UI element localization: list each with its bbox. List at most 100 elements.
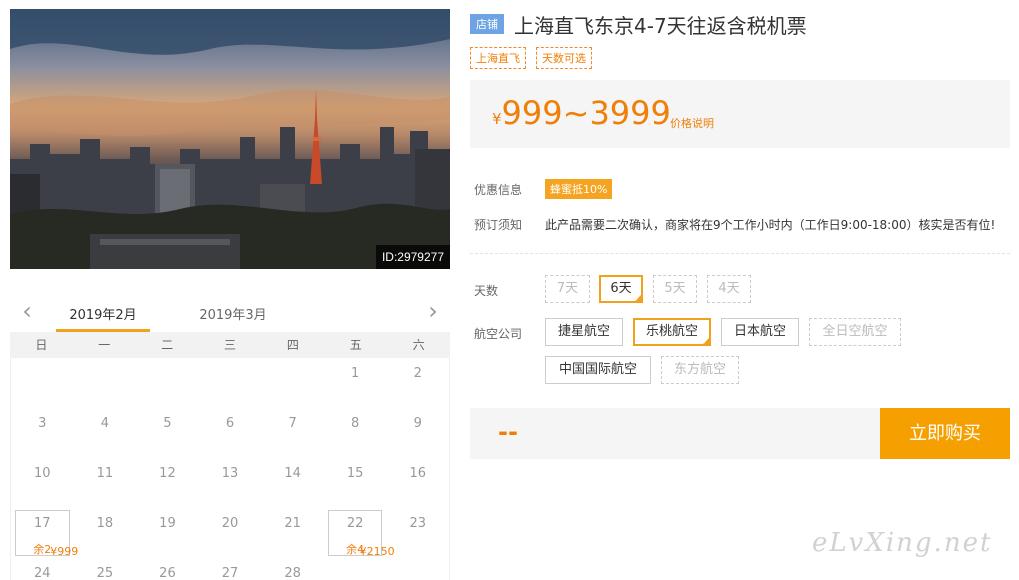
airline-option-air-china[interactable]: 中国国际航空: [545, 356, 651, 384]
day-number: 5: [163, 416, 172, 431]
next-month-chevron-icon[interactable]: ›: [422, 299, 444, 323]
day-number: 17: [34, 516, 51, 531]
calendar-day: 4: [74, 408, 137, 458]
day-option-label: 5天: [664, 281, 686, 296]
calendar-day: 28: [261, 558, 324, 580]
product-tags: 上海直飞 天数可选: [470, 47, 602, 69]
day-stock: 余4: [346, 543, 365, 556]
shop-badge[interactable]: 店铺: [470, 14, 504, 34]
check-icon: ✓: [702, 337, 709, 346]
airline-label: 航空公司: [474, 327, 523, 341]
airline-option-label: 中国国际航空: [558, 362, 637, 377]
calendar-day: 8: [324, 408, 387, 458]
weekday-tue: 二: [161, 338, 174, 352]
airline-option-jetstar[interactable]: 捷星航空: [545, 318, 623, 346]
day-option-4[interactable]: 4天: [707, 275, 751, 303]
currency-symbol: ¥: [492, 110, 502, 128]
day-number: 21: [284, 516, 301, 531]
tab-month-mar[interactable]: 2019年3月: [186, 304, 280, 332]
day-number: 26: [159, 566, 176, 580]
weekday-sun: 日: [35, 338, 48, 352]
airline-option-jal[interactable]: 日本航空: [721, 318, 799, 346]
calendar-day: 7: [261, 408, 324, 458]
day-number: 28: [284, 566, 301, 580]
calendar-day: 9: [386, 408, 449, 458]
calendar-week-row: 3 4 5 6 7 8 9: [11, 408, 449, 458]
buy-bar: -- 立即购买: [470, 408, 1010, 459]
calendar-day[interactable]: 22 ¥2150 余4: [324, 508, 395, 558]
day-number: 18: [96, 516, 114, 531]
day-option-5[interactable]: 5天: [653, 275, 697, 303]
price-value: 999~3999: [501, 94, 671, 132]
calendar-day: 20: [199, 508, 262, 558]
weekday-thu: 四: [286, 338, 299, 352]
product-photo: ID:2979277: [10, 9, 450, 269]
airline-option-ana[interactable]: 全日空航空: [809, 318, 901, 346]
price-box: ¥999~3999 价格说明: [470, 80, 1010, 148]
tokyo-skyline-image: [10, 9, 450, 269]
divider: [470, 253, 1010, 254]
day-option-label: 7天: [556, 281, 579, 296]
day-number: 1: [351, 366, 360, 381]
image-id-label: ID:2979277: [375, 245, 450, 269]
discount-label: 优惠信息: [474, 183, 523, 197]
airline-option-label: 全日空航空: [822, 324, 888, 339]
day-number: 24: [34, 566, 51, 580]
price-note-link[interactable]: 价格说明: [670, 115, 714, 131]
calendar-grid: 日 一 二 三 四 五 六 1 2 3 4 5 6 7 8 9 10 11 12 13 14 15 16 17 ¥…: [10, 332, 450, 580]
weekday-fri: 五: [349, 338, 362, 352]
day-number: 8: [351, 416, 360, 431]
calendar-day: 24: [11, 558, 74, 580]
day-number: 16: [409, 466, 427, 481]
calendar-day: 3: [11, 408, 74, 458]
airline-option-label: 东方航空: [673, 362, 726, 377]
airline-option-peach[interactable]: 乐桃航空 ✓: [633, 318, 711, 346]
booking-notice: 此产品需要二次确认，商家将在9个工作小时内（工作日9:00-18:00）核实是否…: [545, 218, 996, 232]
day-option-label: 6天: [610, 281, 632, 296]
calendar-day: 16: [386, 458, 449, 508]
calendar-days: 1 2 3 4 5 6 7 8 9 10 11 12 13 14 15 16 17 ¥999 余2 18 19 20 21 2…: [10, 358, 450, 580]
calendar-day: 13: [199, 458, 262, 508]
calendar-day: 26: [136, 558, 199, 580]
days-label: 天数: [474, 284, 499, 298]
airline-option-china-eastern[interactable]: 东方航空: [661, 356, 739, 384]
buy-now-button[interactable]: 立即购买: [880, 408, 1010, 459]
calendar-day: 19: [136, 508, 199, 558]
tab-month-feb[interactable]: 2019年2月: [56, 304, 150, 332]
tag-direct-flight: 上海直飞: [470, 47, 526, 69]
day-number: 11: [96, 466, 114, 481]
calendar-day[interactable]: 17 ¥999 余2: [11, 508, 78, 558]
day-number: 14: [284, 466, 301, 481]
day-number: 15: [346, 466, 364, 481]
day-number: 3: [38, 416, 47, 431]
check-icon: ✓: [634, 294, 641, 303]
day-number: 13: [221, 466, 239, 481]
watermark-logo: eLvXing.net: [812, 528, 993, 558]
day-option-7[interactable]: 7天: [545, 275, 590, 303]
calendar-day: 10: [11, 458, 74, 508]
airline-option-label: 捷星航空: [557, 324, 610, 339]
day-number: 2: [413, 366, 422, 381]
calendar-day: 25: [74, 558, 137, 580]
calendar-day: 27: [199, 558, 262, 580]
discount-badge: 蜂蜜抵10%: [545, 179, 613, 199]
price-range: ¥999~3999: [492, 94, 671, 132]
day-option-6[interactable]: 6天 ✓: [599, 275, 643, 303]
weekday-sat: 六: [412, 338, 425, 352]
calendar-week-row: 17 ¥999 余2 18 19 20 21 22 ¥2150 余4 23: [11, 508, 449, 558]
day-number: 22: [346, 516, 364, 531]
calendar-day: 18: [74, 508, 137, 558]
calendar-day: 1: [324, 358, 387, 408]
day-number: 23: [409, 516, 427, 531]
calendar-day: 23: [386, 508, 449, 558]
calendar-week-row: 12: [11, 358, 449, 408]
prev-month-chevron-icon[interactable]: ‹: [16, 299, 38, 323]
airline-option-label: 乐桃航空: [645, 324, 698, 339]
day-number: 27: [221, 566, 239, 580]
day-number: 9: [413, 416, 422, 431]
day-number: 12: [159, 466, 176, 481]
product-title: 上海直飞东京4-7天往返含税机票: [514, 13, 807, 38]
calendar-empty-cell: [261, 358, 324, 408]
weekday-wed: 三: [224, 338, 237, 352]
calendar-empty-cell: [324, 558, 387, 580]
